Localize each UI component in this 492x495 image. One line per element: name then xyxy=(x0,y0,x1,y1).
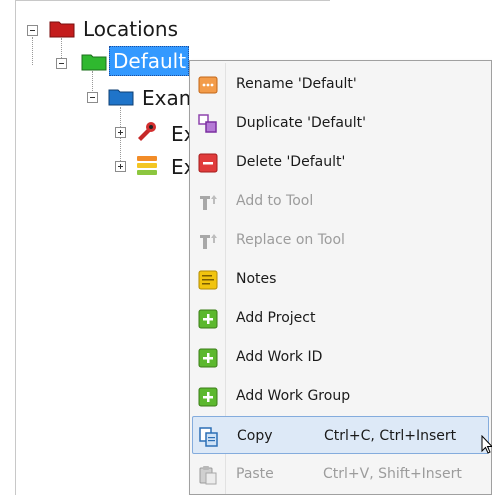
green-folder-icon xyxy=(81,54,107,71)
delete-icon xyxy=(198,153,218,173)
tool-icon xyxy=(138,122,156,141)
menu-item-notes[interactable]: Notes xyxy=(192,260,489,298)
menu-item-label: Paste xyxy=(236,466,274,482)
collapse-toggle-example[interactable] xyxy=(87,92,98,103)
menu-item-rename[interactable]: Rename 'Default' xyxy=(192,65,489,103)
tree-node-default-label: Default xyxy=(113,49,187,73)
menu-item-replace-on-tool[interactable]: Replace on Tool xyxy=(192,221,489,259)
collapse-toggle-locations[interactable] xyxy=(27,25,38,36)
menu-item-label: Rename 'Default' xyxy=(236,76,357,92)
menu-item-label: Notes xyxy=(236,271,277,287)
menu-item-add-work-id[interactable]: Add Work ID xyxy=(192,338,489,376)
menu-item-label: Add Work ID xyxy=(236,349,323,365)
collapse-toggle-default[interactable] xyxy=(56,58,67,69)
menu-item-paste[interactable]: Paste Ctrl+V, Shift+Insert xyxy=(192,455,489,493)
menu-item-shortcut: Ctrl+V, Shift+Insert xyxy=(323,466,462,482)
plus-icon xyxy=(198,387,218,407)
expand-toggle-child1[interactable] xyxy=(115,127,126,138)
blue-folder-icon xyxy=(108,89,134,106)
plus-icon xyxy=(198,309,218,329)
menu-item-shortcut: Ctrl+C, Ctrl+Insert xyxy=(324,428,457,444)
red-folder-icon xyxy=(49,21,75,38)
menu-item-label: Add Work Group xyxy=(236,388,351,404)
menu-item-label: Add Project xyxy=(236,310,316,326)
menu-item-label: Add to Tool xyxy=(236,193,314,209)
mouse-cursor-icon xyxy=(481,435,492,454)
add-to-tool-icon xyxy=(200,195,217,210)
menu-item-label: Delete 'Default' xyxy=(236,154,346,170)
context-menu: Rename 'Default' Duplicate 'Default' Del… xyxy=(189,60,492,495)
tree-node-locations[interactable]: Locations xyxy=(83,18,178,40)
duplicate-icon xyxy=(198,114,217,133)
menu-item-add-work-group[interactable]: Add Work Group xyxy=(192,377,489,415)
menu-item-label: Duplicate 'Default' xyxy=(236,115,366,131)
paste-icon xyxy=(199,466,217,485)
plus-icon xyxy=(198,348,218,368)
notes-icon xyxy=(198,270,218,290)
tree-node-default[interactable]: Default xyxy=(109,46,189,76)
menu-item-copy[interactable]: Copy Ctrl+C, Ctrl+Insert xyxy=(192,416,492,454)
menu-item-delete[interactable]: Delete 'Default' xyxy=(192,143,489,181)
copy-icon xyxy=(199,427,218,447)
menu-item-duplicate[interactable]: Duplicate 'Default' xyxy=(192,104,489,142)
layers-icon xyxy=(137,156,157,175)
rename-icon xyxy=(198,76,218,94)
menu-item-label: Copy xyxy=(237,428,273,444)
menu-item-add-to-tool[interactable]: Add to Tool xyxy=(192,182,489,220)
menu-item-add-project[interactable]: Add Project xyxy=(192,299,489,337)
expand-toggle-child2[interactable] xyxy=(115,161,126,172)
menu-item-label: Replace on Tool xyxy=(236,232,345,248)
replace-on-tool-icon xyxy=(200,234,217,249)
